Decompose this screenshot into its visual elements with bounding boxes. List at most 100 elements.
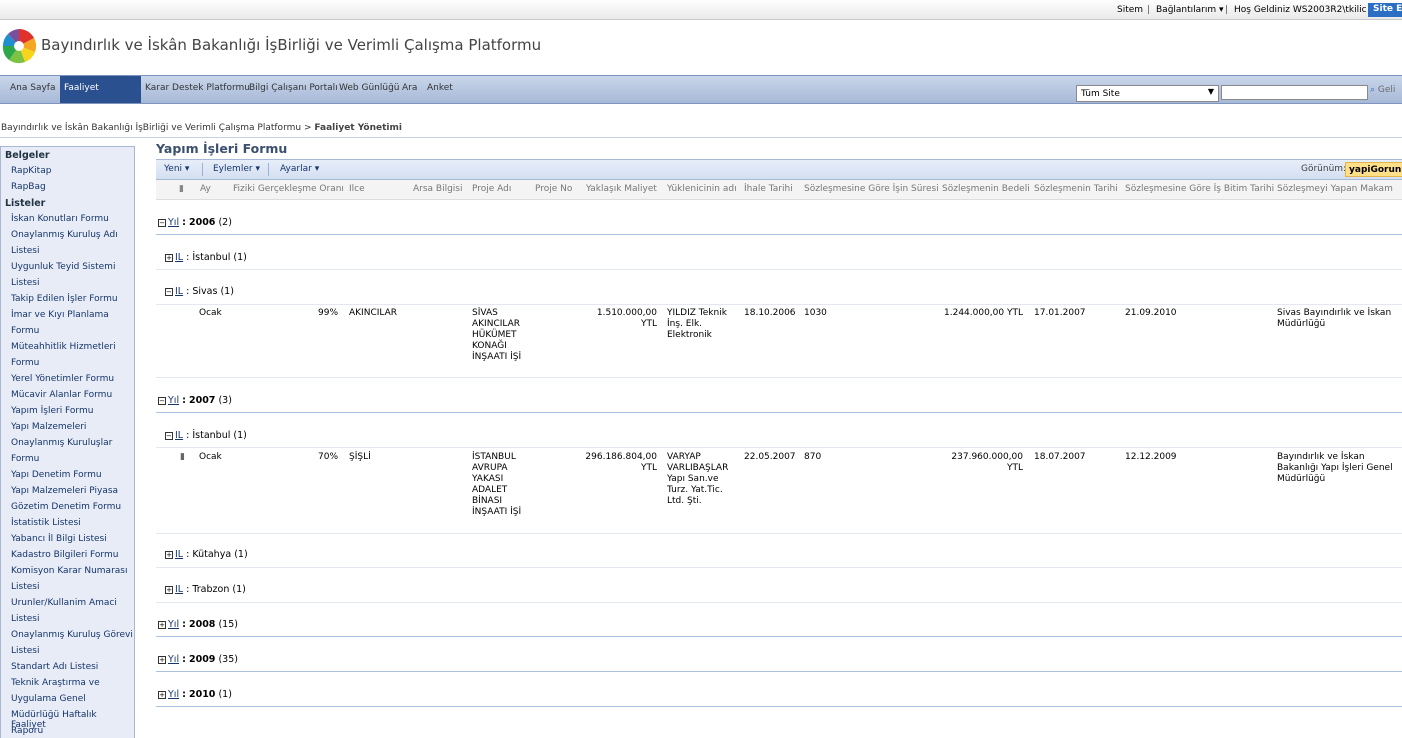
column-header[interactable]: İhale Tarihi xyxy=(744,184,793,194)
column-header[interactable]: Sözleşmesine Göre İş Bitim Tarihi xyxy=(1125,184,1274,194)
quick-launch-item[interactable]: İskan Konutları Formu xyxy=(11,214,109,224)
quick-launch-item[interactable]: Müteahhitlik Hizmetleri xyxy=(11,342,116,352)
group-field-name[interactable]: IL xyxy=(175,286,183,297)
collapse-icon[interactable]: − xyxy=(158,219,166,227)
group-field-name[interactable]: IL xyxy=(175,252,183,263)
cell-month[interactable]: Ocak xyxy=(199,308,222,319)
group-field-name[interactable]: IL xyxy=(175,584,183,595)
quick-launch-item[interactable]: Formu xyxy=(11,358,39,368)
quick-launch-item[interactable]: Raporu xyxy=(11,726,43,736)
column-header[interactable]: Ay xyxy=(200,184,211,194)
column-header[interactable]: Arsa Bilgisi xyxy=(413,184,463,194)
quick-launch-item[interactable]: Yapı Malzemeleri xyxy=(11,422,86,432)
tab-knowledge-portal[interactable]: Bilgi Çalışanı Portalı xyxy=(247,76,340,103)
group-field-name[interactable]: Yıl xyxy=(168,689,179,700)
quick-launch-item[interactable]: Listesi xyxy=(11,646,39,656)
quick-launch-item[interactable]: Takip Edilen İşler Formu xyxy=(11,294,118,304)
group-field-name[interactable]: Yıl xyxy=(168,619,179,630)
quick-launch-item[interactable]: RapKitap xyxy=(11,166,51,176)
quick-launch-header-lists[interactable]: Listeler xyxy=(5,198,45,209)
quick-launch-item[interactable]: Uygulama Genel xyxy=(11,694,86,704)
list-title[interactable]: Yapım İşleri Formu xyxy=(156,141,287,156)
column-header[interactable]: Fiziki Gerçekleşme Oranı xyxy=(233,184,344,194)
expand-icon[interactable]: + xyxy=(158,691,166,699)
tab-activity-management[interactable]: Faaliyet Yönetimi xyxy=(60,76,141,117)
new-menu[interactable]: Yeni ▾ xyxy=(164,164,189,174)
column-header[interactable]: Proje No xyxy=(535,184,572,194)
actions-menu[interactable]: Eylemler ▾ xyxy=(213,164,260,174)
tab-web-log[interactable]: Web Günlüğü xyxy=(337,76,402,103)
quick-launch-item[interactable]: Yabancı İl Bilgi Listesi xyxy=(11,534,107,544)
group-year[interactable]: + Yıl : 2009 (35) xyxy=(158,654,238,665)
quick-launch-item[interactable]: RapBag xyxy=(11,182,46,192)
group-field-name[interactable]: Yıl xyxy=(168,395,179,406)
group-field-name[interactable]: IL xyxy=(175,549,183,560)
quick-launch-item[interactable]: Urunler/Kullanim Amaci xyxy=(11,598,117,608)
group-year[interactable]: − Yıl : 2006 (2) xyxy=(158,217,232,228)
expand-icon[interactable]: + xyxy=(158,656,166,664)
column-header[interactable]: Sözleşmesine Göre İşin Süresi xyxy=(804,184,939,194)
collapse-icon[interactable]: − xyxy=(165,288,173,296)
quick-launch-item[interactable]: Yerel Yönetimler Formu xyxy=(11,374,114,384)
quick-launch-header-documents[interactable]: Belgeler xyxy=(5,150,50,161)
column-header[interactable]: Sözleşmeyi Yapan Makam xyxy=(1277,184,1393,194)
group-year[interactable]: + Yıl : 2008 (15) xyxy=(158,619,238,630)
expand-icon[interactable]: + xyxy=(165,586,173,594)
quick-launch-item[interactable]: Kadastro Bilgileri Formu xyxy=(11,550,118,560)
tab-search[interactable]: Ara xyxy=(400,76,419,103)
collapse-icon[interactable]: − xyxy=(165,432,173,440)
tab-home[interactable]: Ana Sayfa xyxy=(8,76,57,103)
quick-launch-item[interactable]: Listesi xyxy=(11,614,39,624)
group-year[interactable]: − Yıl : 2007 (3) xyxy=(158,395,232,406)
column-header[interactable]: Yüklenicinin adı xyxy=(667,184,737,194)
quick-launch-item[interactable]: Yapı Denetim Formu xyxy=(11,470,102,480)
quick-launch-item[interactable]: Onaylanmış Kuruluş Görevi xyxy=(11,630,133,640)
group-city[interactable]: − IL : İstanbul (1) xyxy=(165,430,247,441)
column-header[interactable]: Sözleşmenin Bedeli xyxy=(942,184,1030,194)
quick-launch-item[interactable]: Listesi xyxy=(11,582,39,592)
cell-month[interactable]: Ocak xyxy=(199,452,222,463)
group-city[interactable]: + IL : İstanbul (1) xyxy=(165,252,247,263)
quick-launch-item[interactable]: Gözetim Denetim Formu xyxy=(11,502,121,512)
site-title[interactable]: Bayındırlık ve İskân Bakanlığı İşBirliği… xyxy=(41,36,541,54)
settings-menu[interactable]: Ayarlar ▾ xyxy=(280,164,319,174)
breadcrumb-root[interactable]: Bayındırlık ve İskân Bakanlığı İşBirliği… xyxy=(1,123,301,133)
quick-launch-item[interactable]: Yapım İşleri Formu xyxy=(11,406,93,416)
quick-launch-item[interactable]: Formu xyxy=(11,326,39,336)
quick-launch-item[interactable]: Uygunluk Teyid Sistemi xyxy=(11,262,115,272)
quick-launch-item[interactable]: İstatistik Listesi xyxy=(11,518,81,528)
group-city[interactable]: + IL : Trabzon (1) xyxy=(165,584,246,595)
quick-launch-item[interactable]: Komisyon Karar Numarası xyxy=(11,566,127,576)
quick-launch-item[interactable]: Teknik Araştırma ve xyxy=(11,678,100,688)
quick-launch-item[interactable]: Mücavir Alanlar Formu xyxy=(11,390,112,400)
group-city[interactable]: − IL : Sivas (1) xyxy=(165,286,234,297)
quick-launch-item[interactable]: Formu xyxy=(11,454,39,464)
quick-launch-item[interactable]: İmar ve Kıyı Planlama xyxy=(11,310,109,320)
expand-icon[interactable]: + xyxy=(165,254,173,262)
search-scope-select[interactable]: Tüm Site ▼ xyxy=(1076,85,1219,102)
column-header[interactable]: Yaklaşık Maliyet xyxy=(586,184,657,194)
view-select[interactable]: yapiGorunu xyxy=(1345,162,1402,177)
welcome-menu[interactable]: Hoş Geldiniz WS2003R2\tkilic ▾ xyxy=(1234,5,1374,15)
quick-launch-item[interactable]: Listesi xyxy=(11,278,39,288)
search-input[interactable] xyxy=(1221,85,1368,100)
column-header[interactable]: Proje Adı xyxy=(472,184,511,194)
site-map-link[interactable]: Sitem xyxy=(1117,5,1143,15)
expand-icon[interactable]: + xyxy=(158,621,166,629)
quick-launch-item[interactable]: Yapı Malzemeleri Piyasa xyxy=(11,486,118,496)
search-go-button[interactable]: ⌕ Geli xyxy=(1370,85,1395,95)
quick-launch-item[interactable]: Onaylanmış Kuruluş Adı xyxy=(11,230,118,240)
quick-launch-item[interactable]: Onaylanmış Kuruluşlar xyxy=(11,438,112,448)
group-field-name[interactable]: Yıl xyxy=(168,654,179,665)
group-field-name[interactable]: Yıl xyxy=(168,217,179,228)
group-field-name[interactable]: IL xyxy=(175,430,183,441)
site-actions-button[interactable]: Site E xyxy=(1368,3,1402,17)
quick-launch-item[interactable]: Standart Adı Listesi xyxy=(11,662,98,672)
tab-decision-support[interactable]: Karar Destek Platformu xyxy=(143,76,252,103)
my-links-menu[interactable]: Bağlantılarım ▾ xyxy=(1156,5,1224,15)
tab-survey[interactable]: Anket xyxy=(425,76,455,103)
group-city[interactable]: + IL : Kütahya (1) xyxy=(165,549,248,560)
collapse-icon[interactable]: − xyxy=(158,397,166,405)
quick-launch-item[interactable]: Listesi xyxy=(11,246,39,256)
column-header[interactable]: Sözleşmenin Tarihi xyxy=(1034,184,1118,194)
